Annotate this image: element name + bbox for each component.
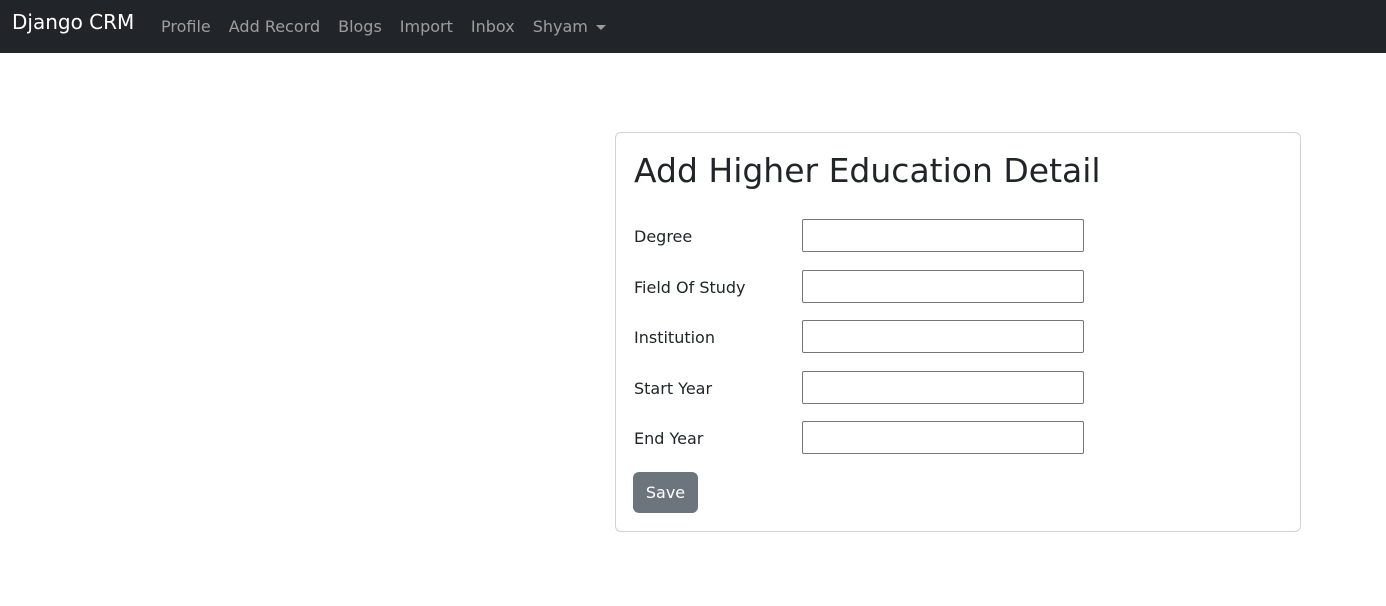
caret-down-icon [595, 24, 606, 30]
institution-input[interactable] [802, 320, 1084, 353]
nav-link-inbox[interactable]: Inbox [471, 17, 515, 37]
nav-link-import[interactable]: Import [400, 17, 453, 37]
user-menu-label: Shyam [532, 16, 588, 36]
form-row-start-year: Start Year [634, 371, 1294, 404]
save-button[interactable]: Save [633, 472, 698, 513]
institution-label: Institution [634, 328, 715, 347]
form-row-degree: Degree [634, 219, 1294, 252]
end-year-input[interactable] [802, 421, 1084, 454]
nav-link-add-record[interactable]: Add Record [229, 17, 320, 37]
end-year-label: End Year [634, 429, 704, 448]
start-year-input[interactable] [802, 371, 1084, 404]
nav-links: Profile Add Record Blogs Import Inbox Sh… [161, 0, 624, 53]
form-row-end-year: End Year [634, 421, 1294, 454]
field-of-study-input[interactable] [802, 270, 1084, 303]
field-of-study-label: Field Of Study [634, 278, 746, 297]
form-row-institution: Institution [634, 320, 1294, 353]
education-form-card: Add Higher Education Detail Degree Field… [615, 132, 1301, 532]
brand-link[interactable]: Django CRM [12, 9, 134, 35]
page-title: Add Higher Education Detail [634, 151, 1101, 190]
user-menu-dropdown[interactable]: Shyam [533, 17, 606, 37]
nav-link-blogs[interactable]: Blogs [338, 17, 382, 37]
form-row-field-of-study: Field Of Study [634, 270, 1294, 303]
nav-link-profile[interactable]: Profile [161, 17, 211, 37]
top-navbar: Django CRM Profile Add Record Blogs Impo… [0, 0, 1386, 53]
start-year-label: Start Year [634, 379, 713, 398]
degree-label: Degree [634, 227, 693, 246]
degree-input[interactable] [802, 219, 1084, 252]
